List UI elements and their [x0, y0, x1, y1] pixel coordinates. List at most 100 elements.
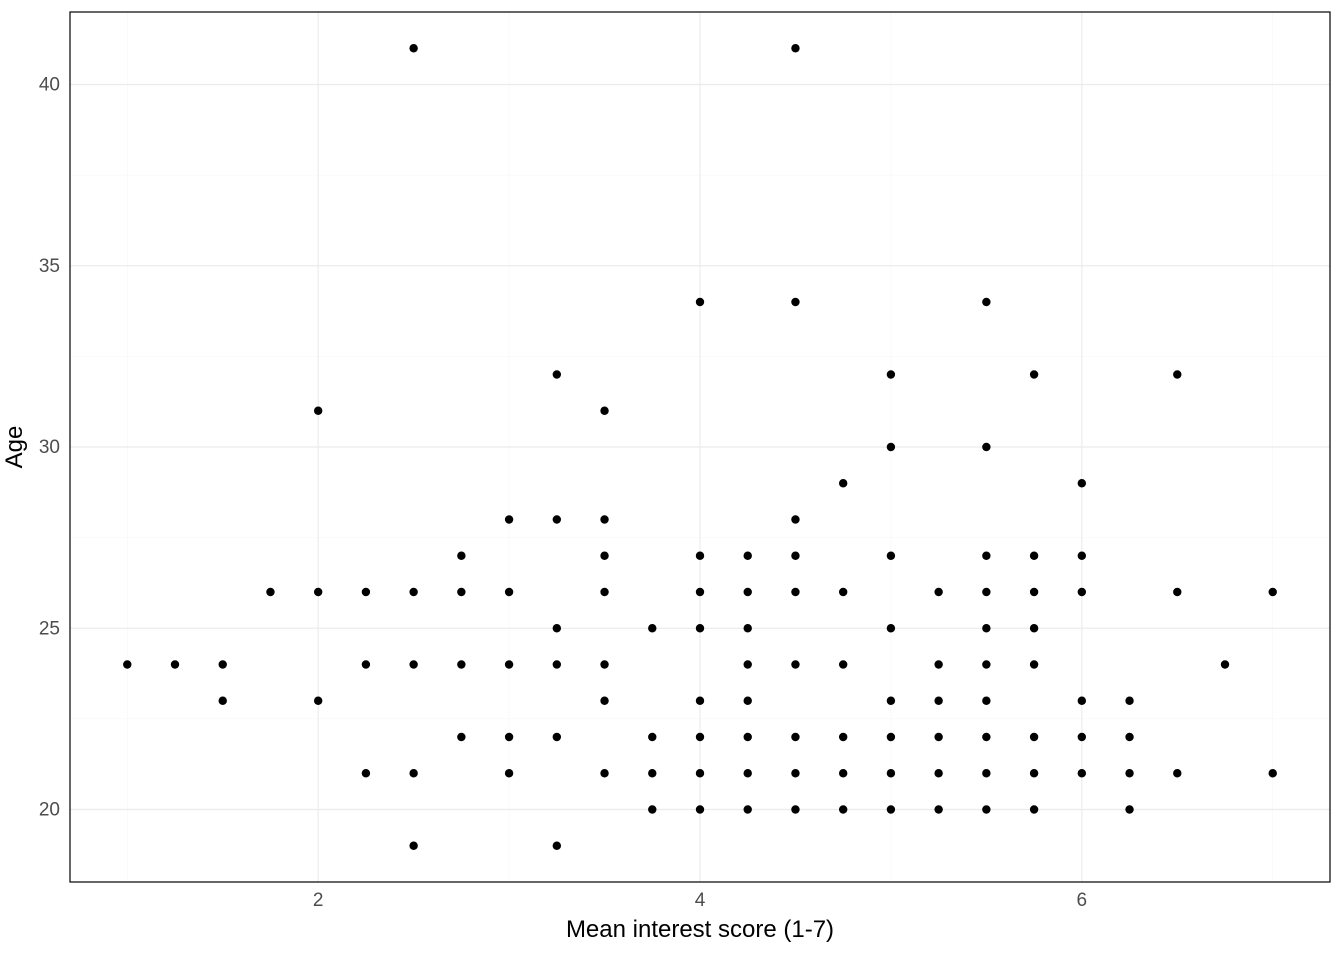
data-point [314, 588, 322, 596]
data-point [409, 44, 417, 52]
data-point [744, 769, 752, 777]
data-point [887, 733, 895, 741]
data-point [982, 298, 990, 306]
data-point [1125, 805, 1133, 813]
data-point [791, 733, 799, 741]
data-point [505, 660, 513, 668]
data-point [600, 552, 608, 560]
data-point [1269, 769, 1277, 777]
data-point [696, 697, 704, 705]
x-tick-label: 2 [313, 890, 324, 911]
scatter-chart: 2462025303540Mean interest score (1-7)Ag… [0, 0, 1344, 960]
data-point [409, 588, 417, 596]
data-point [744, 733, 752, 741]
data-point [553, 515, 561, 523]
data-point [744, 697, 752, 705]
data-point [123, 660, 131, 668]
data-point [600, 515, 608, 523]
data-point [1030, 769, 1038, 777]
data-point [600, 588, 608, 596]
data-point [839, 769, 847, 777]
data-point [553, 660, 561, 668]
data-point [696, 769, 704, 777]
data-point [791, 805, 799, 813]
data-point [1078, 733, 1086, 741]
data-point [600, 769, 608, 777]
data-point [982, 733, 990, 741]
data-point [266, 588, 274, 596]
data-point [1030, 805, 1038, 813]
data-point [553, 733, 561, 741]
data-point [887, 769, 895, 777]
data-point [744, 552, 752, 560]
data-point [409, 769, 417, 777]
data-point [362, 588, 370, 596]
data-point [696, 298, 704, 306]
data-point [553, 842, 561, 850]
data-point [505, 769, 513, 777]
data-point [982, 624, 990, 632]
data-point [887, 805, 895, 813]
data-point [1125, 769, 1133, 777]
data-point [887, 624, 895, 632]
x-tick-label: 6 [1077, 890, 1088, 911]
data-point [791, 660, 799, 668]
data-point [934, 588, 942, 596]
data-point [839, 733, 847, 741]
data-point [744, 660, 752, 668]
data-point [219, 660, 227, 668]
data-point [648, 769, 656, 777]
y-tick-label: 35 [39, 256, 60, 277]
data-point [600, 660, 608, 668]
data-point [1173, 588, 1181, 596]
x-tick-label: 4 [695, 890, 706, 911]
data-point [409, 660, 417, 668]
data-point [744, 805, 752, 813]
data-point [314, 407, 322, 415]
data-point [1173, 370, 1181, 378]
data-point [409, 842, 417, 850]
data-point [696, 552, 704, 560]
data-point [505, 588, 513, 596]
data-point [696, 805, 704, 813]
data-point [457, 588, 465, 596]
data-point [600, 697, 608, 705]
data-point [457, 733, 465, 741]
data-point [982, 660, 990, 668]
data-point [1078, 479, 1086, 487]
data-point [457, 552, 465, 560]
data-point [600, 407, 608, 415]
data-point [887, 370, 895, 378]
data-point [839, 660, 847, 668]
data-point [219, 697, 227, 705]
data-point [648, 733, 656, 741]
data-point [887, 697, 895, 705]
data-point [982, 552, 990, 560]
data-point [553, 624, 561, 632]
data-point [887, 552, 895, 560]
data-point [839, 805, 847, 813]
data-point [1078, 697, 1086, 705]
data-point [553, 370, 561, 378]
data-point [934, 769, 942, 777]
data-point [171, 660, 179, 668]
data-point [1078, 588, 1086, 596]
data-point [934, 697, 942, 705]
data-point [982, 588, 990, 596]
data-point [648, 805, 656, 813]
data-point [696, 733, 704, 741]
data-point [362, 660, 370, 668]
data-point [696, 588, 704, 596]
data-point [1030, 660, 1038, 668]
data-point [1078, 769, 1086, 777]
data-point [362, 769, 370, 777]
data-point [982, 443, 990, 451]
x-axis-title: Mean interest score (1-7) [566, 916, 834, 943]
data-point [1030, 552, 1038, 560]
data-point [1125, 733, 1133, 741]
data-point [791, 552, 799, 560]
y-tick-label: 25 [39, 618, 60, 639]
data-point [696, 624, 704, 632]
data-point [887, 443, 895, 451]
data-point [744, 588, 752, 596]
